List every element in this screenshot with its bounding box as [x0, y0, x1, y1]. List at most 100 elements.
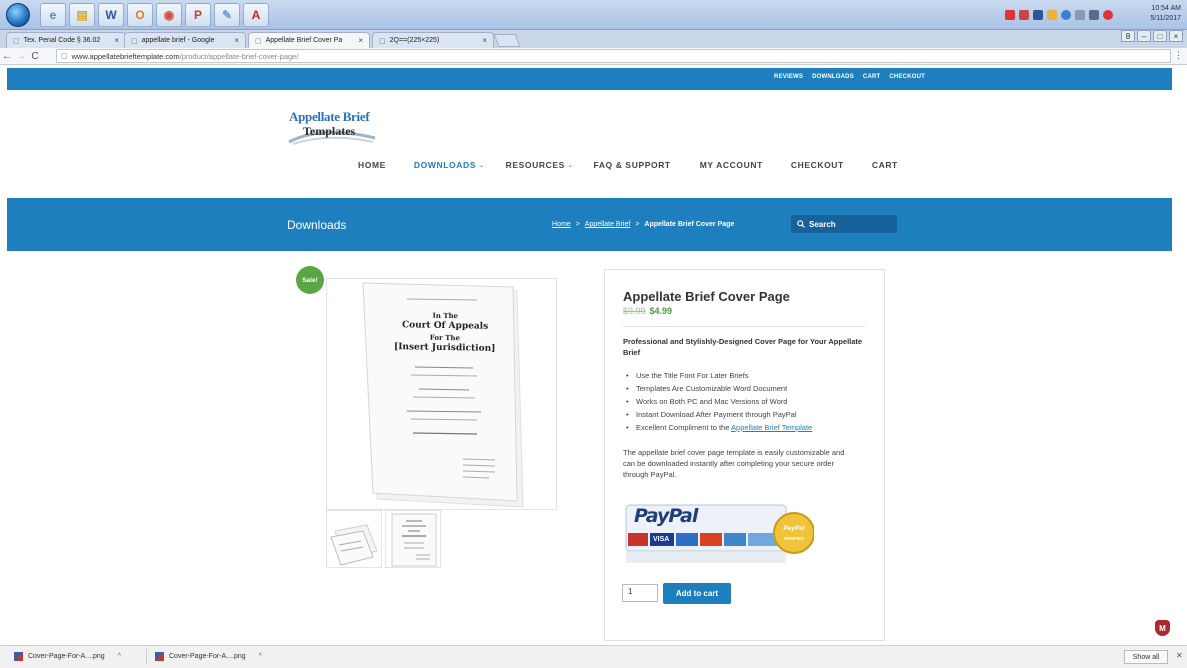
- feature-text: Excellent Compliment to the: [636, 423, 732, 432]
- seal-bottom-text: VERIFIED: [783, 536, 805, 541]
- tray-icon[interactable]: [1005, 10, 1015, 20]
- seal-top-text: PayPal: [783, 525, 805, 532]
- tab-close-icon[interactable]: ×: [234, 36, 239, 45]
- chevron-down-icon: ⌄: [478, 162, 485, 169]
- chevron-up-icon[interactable]: ^: [259, 653, 262, 660]
- feature-list: Use the Title Font For Later BriefsTempl…: [626, 369, 812, 434]
- app-glyph: ◉: [163, 8, 175, 22]
- forward-icon[interactable]: →: [14, 51, 28, 62]
- cover-title-line: [Insert Jurisdiction]: [393, 342, 496, 354]
- ie-icon[interactable]: e: [40, 3, 66, 27]
- feature-item: Instant Download After Payment through P…: [626, 408, 812, 421]
- close-window-icon[interactable]: ×: [1169, 30, 1183, 42]
- breadcrumb-current: Appellate Brief Cover Page: [644, 221, 735, 228]
- network-icon[interactable]: [1089, 10, 1099, 20]
- top-link-checkout[interactable]: CHECKOUT: [889, 74, 925, 80]
- cover-title-block: In The Court Of Appeals For The [Insert Jur…: [380, 309, 511, 355]
- nav-label: FAQ & SUPPORT: [593, 160, 671, 170]
- product-description: The appellate brief cover page template …: [623, 448, 845, 479]
- favicon-icon: ▢: [13, 37, 20, 45]
- maximize-icon[interactable]: □: [1153, 30, 1167, 42]
- tray-icon[interactable]: [1019, 10, 1029, 20]
- nav-item-cart[interactable]: CART: [872, 160, 898, 170]
- show-all-downloads-button[interactable]: Show all: [1124, 650, 1168, 664]
- nav-item-my-account[interactable]: MY ACCOUNT: [700, 160, 763, 170]
- browser-tab[interactable]: ▢ Tex. Penal Code § 36.02 ×: [6, 32, 126, 48]
- browser-tab[interactable]: ▢ appellate brief - Google ×: [124, 32, 246, 48]
- new-tab-button[interactable]: [493, 34, 521, 47]
- app-glyph: A: [251, 8, 261, 22]
- logo-title[interactable]: Appellate Brief: [289, 109, 370, 125]
- tab-label: Tex. Penal Code § 36.02: [23, 37, 101, 44]
- tab-label: 2Q==(225×225): [389, 37, 440, 44]
- chrome-icon[interactable]: ◉: [156, 3, 182, 27]
- visa-card-label: VISA: [653, 536, 670, 543]
- back-icon[interactable]: ←: [0, 51, 14, 62]
- download-item-1[interactable]: Cover-Page-For-A....png ^: [14, 652, 121, 661]
- thumbnail-image: [391, 513, 437, 567]
- nav-item-downloads[interactable]: DOWNLOADS ⌄: [414, 160, 485, 170]
- paint-icon[interactable]: ✎: [214, 3, 240, 27]
- top-link-cart[interactable]: CART: [863, 74, 880, 80]
- folder-icon[interactable]: ▤: [69, 3, 95, 27]
- system-tray: [1005, 4, 1117, 26]
- thumbnail-2[interactable]: [385, 510, 441, 568]
- nav-item-faq-support[interactable]: FAQ & SUPPORT: [594, 160, 671, 170]
- product-price: $9.99 $4.99: [623, 306, 672, 316]
- download-filename: Cover-Page-For-A....png: [169, 653, 246, 660]
- thumbnail-image: [330, 524, 378, 566]
- favicon-icon: ▢: [255, 37, 262, 45]
- mcafee-badge-icon[interactable]: M: [1155, 620, 1170, 636]
- feature-item: Excellent Compliment to the Appellate Br…: [626, 421, 812, 434]
- feature-item: Use the Title Font For Later Briefs: [626, 369, 812, 382]
- browser-tab[interactable]: ▢ 2Q==(225×225) ×: [372, 32, 494, 48]
- tray-icon[interactable]: [1033, 10, 1043, 20]
- thumbnail-1[interactable]: [326, 510, 382, 568]
- chevron-up-icon[interactable]: ^: [118, 653, 121, 660]
- app-glyph: ✎: [221, 8, 233, 22]
- breadcrumb-parent[interactable]: Appellate Brief: [585, 221, 631, 228]
- reload-icon[interactable]: C: [28, 51, 42, 62]
- top-link-downloads[interactable]: DOWNLOADS: [812, 74, 854, 80]
- volume-icon[interactable]: [1103, 10, 1113, 20]
- outlook-icon[interactable]: O: [127, 3, 153, 27]
- sale-badge: Sale!: [296, 266, 324, 294]
- profile-icon[interactable]: 8: [1121, 30, 1135, 42]
- powerpoint-icon[interactable]: P: [185, 3, 211, 27]
- tray-icon[interactable]: [1075, 10, 1085, 20]
- nav-item-home[interactable]: HOME: [358, 160, 386, 170]
- appellate-brief-template-link[interactable]: Appellate Brief Template: [731, 423, 812, 432]
- favicon-icon: ▢: [131, 37, 138, 45]
- image-file-icon: [14, 652, 23, 661]
- logo-subtitle[interactable]: Templates: [303, 124, 355, 139]
- nav-item-resources[interactable]: RESOURCES ⌄: [506, 160, 574, 170]
- word-icon[interactable]: W: [98, 3, 124, 27]
- app-glyph: P: [193, 8, 202, 22]
- address-bar[interactable]: ▢ www.appellatebrieftemplate.com/product…: [56, 49, 1171, 63]
- close-icon[interactable]: ✕: [1176, 651, 1183, 660]
- tab-close-icon[interactable]: ×: [482, 36, 487, 45]
- minimize-icon[interactable]: –: [1137, 30, 1151, 42]
- nav-item-checkout[interactable]: CHECKOUT: [791, 160, 844, 170]
- chrome-menu-icon[interactable]: ⋮: [1174, 50, 1183, 61]
- acrobat-icon[interactable]: A: [243, 3, 269, 27]
- tray-icon[interactable]: [1061, 10, 1071, 20]
- breadcrumb-separator: >: [575, 221, 580, 228]
- top-link-reviews[interactable]: REVIEWS: [774, 74, 803, 80]
- breadcrumb-home[interactable]: Home: [552, 221, 571, 228]
- tab-close-icon[interactable]: ×: [114, 36, 119, 45]
- start-button[interactable]: [6, 3, 30, 27]
- tray-icon[interactable]: [1047, 10, 1057, 20]
- add-to-cart-button[interactable]: Add to cart: [663, 583, 731, 604]
- search-input[interactable]: Search: [791, 215, 897, 233]
- clock[interactable]: 10:54 AM 5/11/2017: [1150, 4, 1181, 24]
- breadcrumb: Home > Appellate Brief > Appellate Brief…: [552, 221, 734, 228]
- browser-tab[interactable]: ▢ Appellate Brief Cover Pa ×: [248, 32, 370, 48]
- tab-close-icon[interactable]: ×: [358, 36, 363, 45]
- download-item-2[interactable]: Cover-Page-For-A....png ^: [155, 652, 262, 661]
- nav-label: CART: [871, 160, 898, 170]
- main-nav: HOME DOWNLOADS ⌄ RESOURCES ⌄ FAQ & SUPPORT MY …: [358, 160, 898, 170]
- browser-toolbar: ← → C ▢ www.appellatebrieftemplate.com/p…: [0, 48, 1187, 65]
- app-glyph: ▤: [76, 8, 88, 22]
- quantity-input[interactable]: 1: [622, 584, 658, 602]
